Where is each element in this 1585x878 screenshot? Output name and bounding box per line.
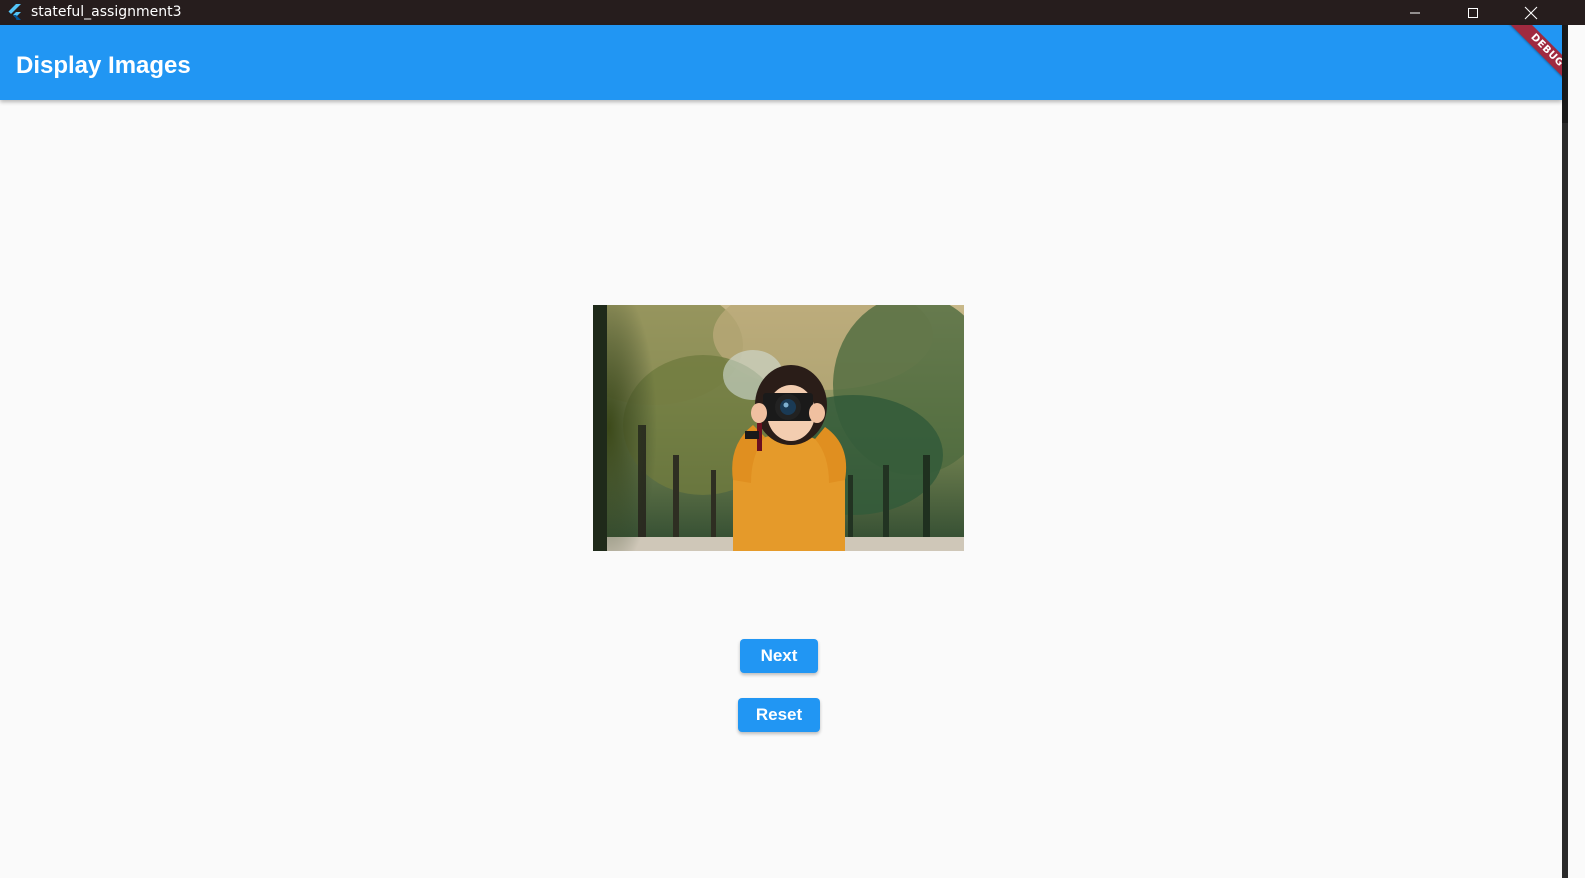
close-button[interactable]: [1502, 0, 1560, 25]
maximize-icon: [1467, 7, 1479, 19]
maximize-button[interactable]: [1444, 0, 1502, 25]
window-titlebar[interactable]: stateful_assignment3: [0, 0, 1585, 25]
next-button[interactable]: Next: [740, 639, 818, 673]
photo-of-woman-with-camera-icon: [593, 305, 964, 551]
minimize-button[interactable]: [1386, 0, 1444, 25]
reset-button[interactable]: Reset: [738, 698, 820, 732]
window-right-edge: [1562, 25, 1585, 878]
minimize-icon: [1409, 7, 1421, 19]
app-window: stateful_assignment3 Display Images DEBU…: [0, 0, 1585, 878]
next-button-label: Next: [760, 646, 798, 665]
page-title: Display Images: [16, 52, 191, 79]
flutter-logo-icon: [6, 3, 24, 21]
reset-button-label: Reset: [755, 705, 803, 724]
scrollbar-thumb[interactable]: [1562, 25, 1568, 123]
window-title: stateful_assignment3: [31, 4, 182, 20]
close-icon: [1524, 6, 1538, 20]
scrollbar-track[interactable]: [1562, 25, 1568, 878]
app-bar: Display Images: [0, 25, 1562, 100]
displayed-image: [593, 305, 964, 551]
